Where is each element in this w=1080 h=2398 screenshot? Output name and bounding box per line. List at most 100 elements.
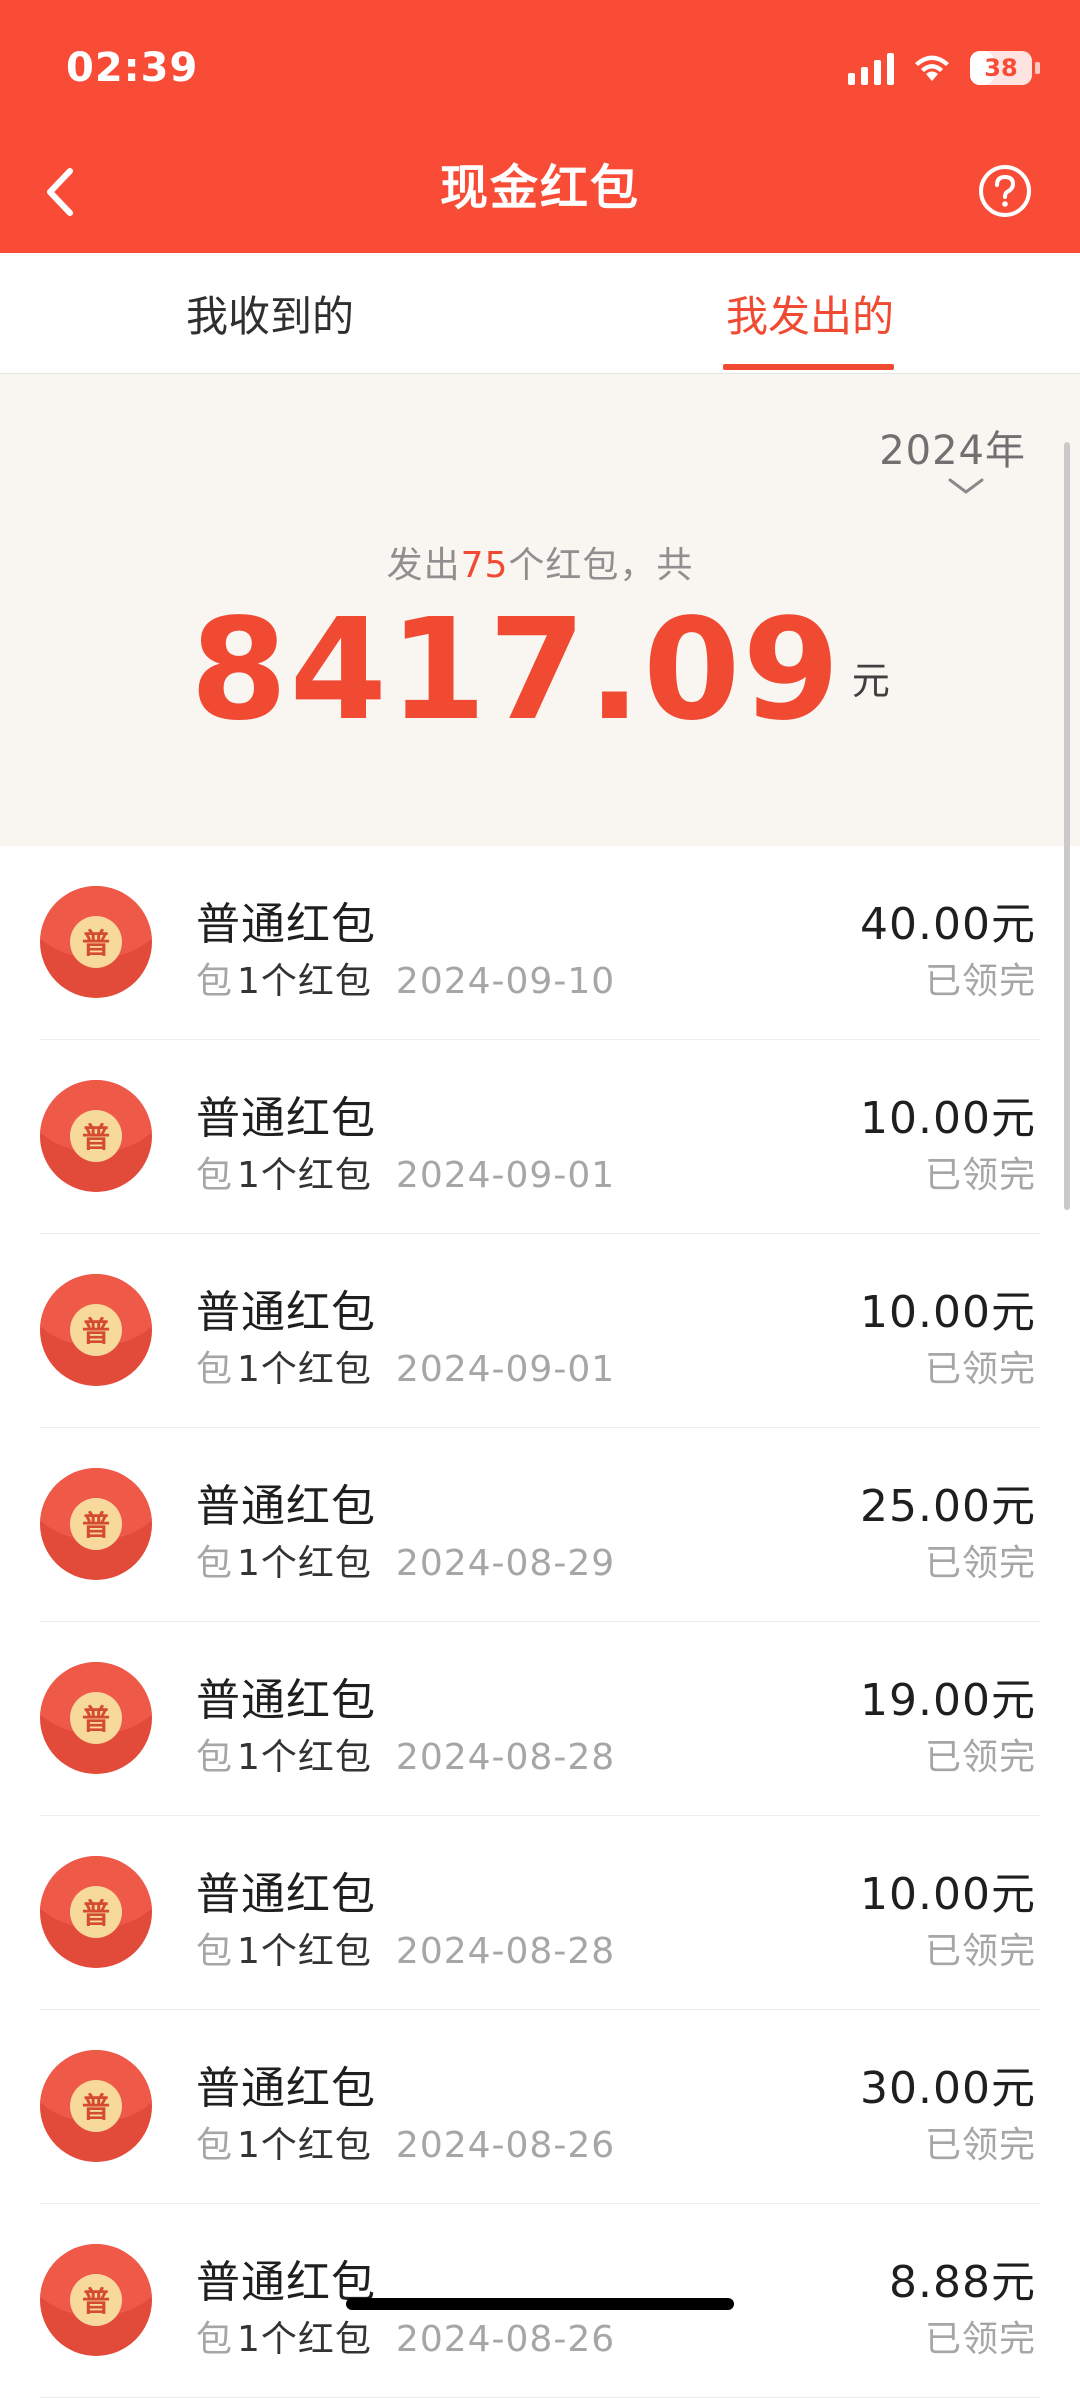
item-bag: 包 — [196, 2125, 234, 2166]
item-bag: 包 — [196, 1931, 234, 1972]
total-amount: 8417.09 — [190, 589, 842, 752]
item-status: 已领完 — [924, 1543, 1036, 1584]
item-bag: 包 — [196, 1349, 234, 1390]
item-qty: 1个红包 — [237, 1543, 372, 1584]
item-subtitle: 包 1个红包 2024-09-01 — [196, 1146, 615, 1198]
list-item[interactable]: 普 普通红包 包 1个红包 2024-09-01 10.00元 已领完 — [0, 1234, 1080, 1428]
summary-text: 发出75个红包，共 — [0, 536, 1080, 588]
item-qty: 1个红包 — [237, 1349, 372, 1390]
home-indicator[interactable] — [346, 2298, 734, 2310]
item-amount: 19.00元 — [860, 1675, 1036, 1726]
list-item[interactable]: 普 普通红包 包 1个红包 2024-08-28 19.00元 已领完 — [0, 1622, 1080, 1816]
item-bag: 包 — [196, 961, 234, 1002]
top-bar: 02:39 38 现金红包 — [0, 0, 1080, 253]
active-tab-indicator — [723, 364, 894, 370]
item-title: 普通红包 — [196, 1869, 376, 1920]
item-subtitle: 包 1个红包 2024-09-10 — [196, 952, 615, 1004]
summary-count: 75 — [460, 545, 509, 586]
red-envelope-icon: 普 — [40, 1274, 152, 1386]
item-status: 已领完 — [924, 1737, 1036, 1778]
battery-icon: 38 — [970, 51, 1040, 85]
item-date: 2024-08-26 — [395, 2125, 616, 2166]
red-packet-list: 普 普通红包 包 1个红包 2024-09-10 40.00元 已领完 普 普通红包… — [0, 846, 1080, 2398]
envelope-seal: 普 — [70, 1304, 122, 1356]
item-status: 已领完 — [924, 1931, 1036, 1972]
item-date: 2024-08-29 — [395, 1543, 616, 1584]
item-amount: 25.00元 — [860, 1481, 1036, 1532]
tab-sent[interactable]: 我发出的 — [540, 253, 1080, 373]
item-qty: 1个红包 — [237, 1931, 372, 1972]
item-date: 2024-08-28 — [395, 1737, 616, 1778]
item-amount: 10.00元 — [860, 1093, 1036, 1144]
item-status: 已领完 — [924, 2319, 1036, 2360]
list-item[interactable]: 普 普通红包 包 1个红包 2024-08-28 10.00元 已领完 — [0, 1816, 1080, 2010]
envelope-seal: 普 — [70, 1110, 122, 1162]
item-date: 2024-09-01 — [395, 1155, 616, 1196]
item-subtitle: 包 1个红包 2024-09-01 — [196, 1340, 615, 1392]
item-date: 2024-09-10 — [395, 961, 616, 1002]
summary-suffix: 个红包，共 — [508, 545, 694, 586]
item-bag: 包 — [196, 1737, 234, 1778]
envelope-seal: 普 — [70, 916, 122, 968]
item-qty: 1个红包 — [237, 1155, 372, 1196]
item-amount: 40.00元 — [860, 899, 1036, 950]
item-title: 普通红包 — [196, 1093, 376, 1144]
list-item[interactable]: 普 普通红包 包 1个红包 2024-08-26 30.00元 已领完 — [0, 2010, 1080, 2204]
item-status: 已领完 — [924, 1349, 1036, 1390]
item-title: 普通红包 — [196, 1287, 376, 1338]
item-amount: 10.00元 — [860, 1869, 1036, 1920]
list-item[interactable]: 普 普通红包 包 1个红包 2024-09-10 40.00元 已领完 — [0, 846, 1080, 1040]
item-title: 普通红包 — [196, 899, 376, 950]
item-qty: 1个红包 — [237, 961, 372, 1002]
item-subtitle: 包 1个红包 2024-08-28 — [196, 1922, 615, 1974]
red-envelope-icon: 普 — [40, 2244, 152, 2356]
signal-icon — [848, 51, 894, 85]
item-date: 2024-09-01 — [395, 1349, 616, 1390]
item-title: 普通红包 — [196, 1481, 376, 1532]
envelope-seal: 普 — [70, 2274, 122, 2326]
tab-received[interactable]: 我收到的 — [0, 253, 540, 373]
item-subtitle: 包 1个红包 2024-08-29 — [196, 1534, 615, 1586]
item-qty: 1个红包 — [237, 1737, 372, 1778]
total-unit: 元 — [851, 659, 890, 703]
red-envelope-icon: 普 — [40, 2050, 152, 2162]
envelope-seal: 普 — [70, 1692, 122, 1744]
list-item[interactable]: 普 普通红包 包 1个红包 2024-08-29 25.00元 已领完 — [0, 1428, 1080, 1622]
red-envelope-icon: 普 — [40, 1468, 152, 1580]
list-item[interactable]: 普 普通红包 包 1个红包 2024-09-01 10.00元 已领完 — [0, 1040, 1080, 1234]
help-button[interactable] — [978, 164, 1032, 218]
year-selector[interactable]: 2024年 — [879, 418, 1026, 476]
item-amount: 10.00元 — [860, 1287, 1036, 1338]
item-status: 已领完 — [924, 961, 1036, 1002]
status-icons: 38 — [848, 48, 1040, 88]
tab-bar: 我收到的 我发出的 — [0, 253, 1080, 374]
item-subtitle: 包 1个红包 2024-08-26 — [196, 2116, 615, 2168]
envelope-seal: 普 — [70, 1498, 122, 1550]
item-title: 普通红包 — [196, 2063, 376, 2114]
envelope-seal: 普 — [70, 2080, 122, 2132]
item-subtitle: 包 1个红包 2024-08-26 — [196, 2310, 615, 2362]
item-status: 已领完 — [924, 2125, 1036, 2166]
summary-panel: 2024年 发出75个红包，共 8417.09 元 — [0, 374, 1080, 846]
total: 8417.09 元 — [0, 596, 1080, 746]
item-amount: 30.00元 — [860, 2063, 1036, 2114]
item-subtitle: 包 1个红包 2024-08-28 — [196, 1728, 615, 1780]
item-date: 2024-08-28 — [395, 1931, 616, 1972]
item-qty: 1个红包 — [237, 2125, 372, 2166]
item-title: 普通红包 — [196, 1675, 376, 1726]
envelope-seal: 普 — [70, 1886, 122, 1938]
red-envelope-icon: 普 — [40, 1856, 152, 1968]
page-title: 现金红包 — [439, 160, 640, 216]
status-time: 02:39 — [66, 45, 199, 91]
red-envelope-icon: 普 — [40, 886, 152, 998]
red-envelope-icon: 普 — [40, 1080, 152, 1192]
item-amount: 8.88元 — [889, 2257, 1036, 2308]
red-envelope-icon: 普 — [40, 1662, 152, 1774]
chevron-down-icon[interactable] — [946, 476, 986, 496]
item-bag: 包 — [196, 2319, 234, 2360]
item-date: 2024-08-26 — [395, 2319, 616, 2360]
item-qty: 1个红包 — [237, 2319, 372, 2360]
battery-level: 38 — [984, 54, 1018, 82]
item-status: 已领完 — [924, 1155, 1036, 1196]
item-bag: 包 — [196, 1543, 234, 1584]
